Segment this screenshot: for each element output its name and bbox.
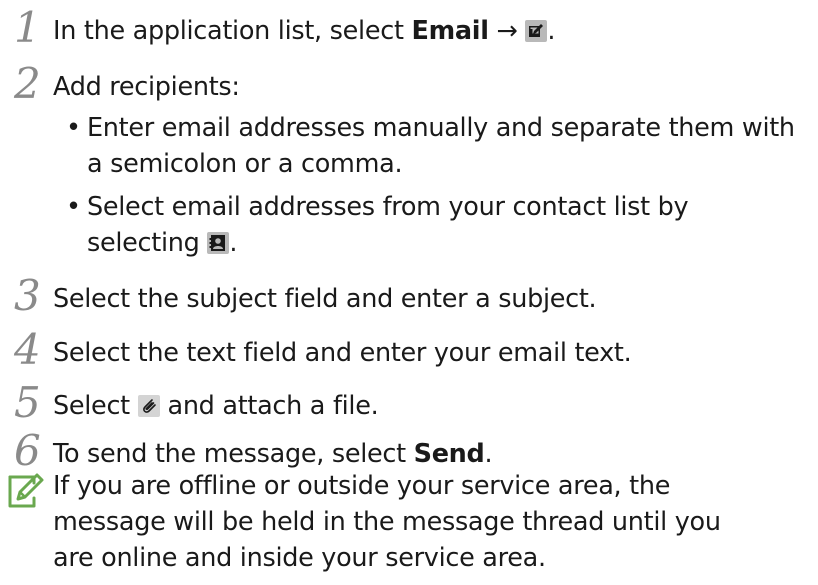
contacts-icon <box>207 232 230 254</box>
bullet-line: a semicolon or a comma. <box>87 149 403 179</box>
step-text: Add recipients: <box>53 72 240 102</box>
step-text-part: and attach a file. <box>159 391 379 421</box>
bullet-dot: • <box>66 113 81 143</box>
step-text-end: . <box>547 16 556 46</box>
step-number: 6 <box>14 426 41 475</box>
step-number: 2 <box>14 59 41 108</box>
step-number: 3 <box>14 271 41 320</box>
bullet-text-part: selecting <box>87 228 208 258</box>
step-text: In the application list, select Email → … <box>53 13 555 49</box>
manual-page: 1 In the application list, select Email … <box>0 0 818 585</box>
note-text: If you are offline or outside your servi… <box>53 468 721 576</box>
note-line: are online and inside your service area. <box>53 543 546 573</box>
paperclip-icon <box>137 395 160 417</box>
note-line: message will be held in the message thre… <box>53 507 721 537</box>
step-text-arrow: → <box>488 16 526 46</box>
bullet-text: Select email addresses from your contact… <box>87 189 689 261</box>
note-pencil-icon <box>4 470 46 512</box>
step-number: 5 <box>14 378 41 427</box>
step-text: Select and attach a file. <box>53 388 379 424</box>
step-number: 4 <box>14 325 41 374</box>
bullet-text: Enter email addresses manually and separ… <box>87 110 795 182</box>
compose-icon <box>525 20 548 42</box>
bullet-line: selecting . <box>87 225 688 261</box>
step-text: Select the subject field and enter a sub… <box>53 284 597 314</box>
send-label: Send <box>413 439 485 469</box>
step-text-end: . <box>484 439 493 469</box>
bullet-line: Select email addresses from your contact… <box>87 192 689 222</box>
bullet-dot: • <box>66 192 81 222</box>
bullet-text-end: . <box>229 228 238 258</box>
step-text-part: Select <box>53 391 138 421</box>
step-text-part: In the application list, select <box>53 16 412 46</box>
step-number: 1 <box>14 3 41 52</box>
step-text: To send the message, select Send. <box>53 436 493 472</box>
bullet-line: Enter email addresses manually and separ… <box>87 113 795 143</box>
step-text-part: To send the message, select <box>53 439 414 469</box>
email-label: Email <box>411 16 489 46</box>
step-text: Select the text field and enter your ema… <box>53 338 632 368</box>
note-line: If you are offline or outside your servi… <box>53 471 671 501</box>
